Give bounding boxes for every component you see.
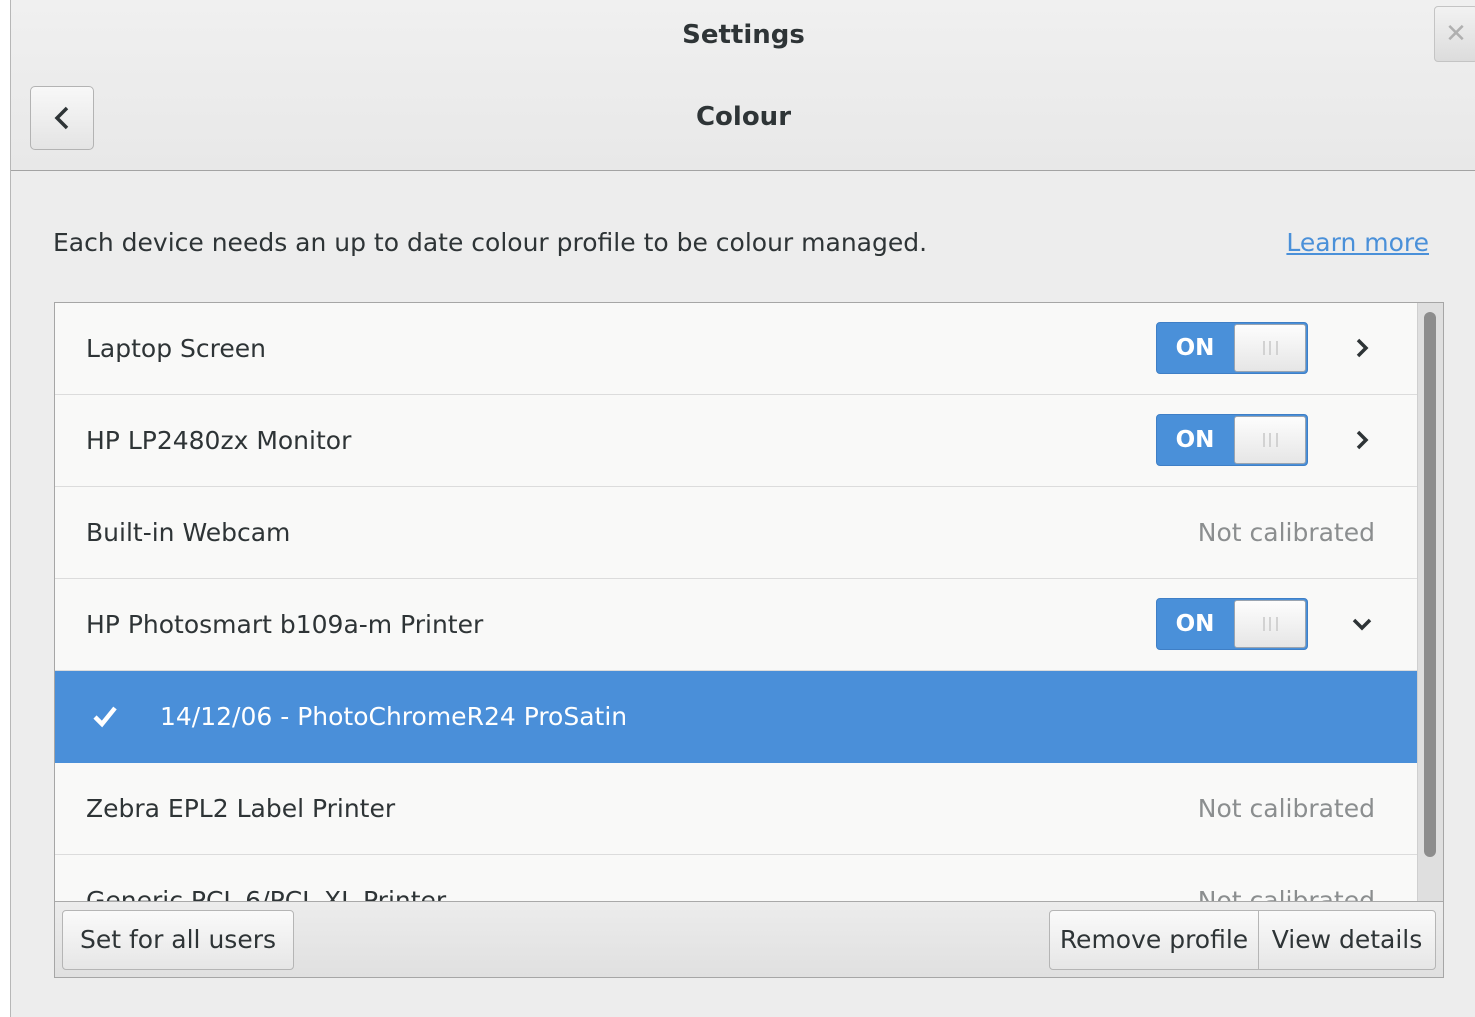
profile-row-selected[interactable]: 14/12/06 - PhotoChromeR24 ProSatin [55, 671, 1417, 763]
device-toolbar: Set for all users Remove profile View de… [55, 901, 1443, 977]
device-row-zebra-printer[interactable]: Zebra EPL2 Label Printer Not calibrated [55, 763, 1417, 855]
remove-profile-button[interactable]: Remove profile [1049, 910, 1259, 970]
colour-toggle[interactable]: ON [1156, 414, 1308, 466]
chevron-down-icon[interactable] [1348, 610, 1376, 638]
toggle-knob[interactable] [1234, 600, 1306, 648]
view-details-button[interactable]: View details [1258, 910, 1436, 970]
device-row-hp-monitor[interactable]: HP LP2480zx Monitor ON [55, 395, 1417, 487]
scrollbar-thumb[interactable] [1424, 312, 1436, 857]
list-scrollbar[interactable] [1417, 303, 1443, 901]
close-button[interactable]: ✕ [1434, 6, 1475, 62]
set-for-all-users-button[interactable]: Set for all users [62, 910, 294, 970]
colour-toggle[interactable]: ON [1156, 598, 1308, 650]
device-name: Built-in Webcam [86, 518, 291, 547]
device-row-webcam[interactable]: Built-in Webcam Not calibrated [55, 487, 1417, 579]
header-bar: Settings ✕ Colour [11, 0, 1475, 171]
device-panel: Laptop Screen ON HP LP2480zx Monitor ON [54, 302, 1444, 978]
toggle-label: ON [1175, 427, 1215, 453]
device-name: HP LP2480zx Monitor [86, 426, 352, 455]
device-row-laptop-screen[interactable]: Laptop Screen ON [55, 303, 1417, 395]
calibration-status: Not calibrated [1197, 794, 1375, 823]
toggle-label: ON [1175, 611, 1215, 637]
toggle-knob[interactable] [1234, 416, 1306, 464]
device-name: Laptop Screen [86, 334, 266, 363]
device-name: Zebra EPL2 Label Printer [86, 794, 396, 823]
device-name: Generic PCL 6/PCL XL Printer [86, 886, 447, 901]
device-row-generic-printer[interactable]: Generic PCL 6/PCL XL Printer Not calibra… [55, 855, 1417, 901]
calibration-status: Not calibrated [1197, 518, 1375, 547]
colour-toggle[interactable]: ON [1156, 322, 1308, 374]
device-name: HP Photosmart b109a-m Printer [86, 610, 484, 639]
toggle-label: ON [1175, 335, 1215, 361]
device-row-hp-printer[interactable]: HP Photosmart b109a-m Printer ON [55, 579, 1417, 671]
intro-text: Each device needs an up to date colour p… [53, 228, 928, 257]
calibration-status: Not calibrated [1197, 886, 1375, 901]
device-list[interactable]: Laptop Screen ON HP LP2480zx Monitor ON [55, 303, 1417, 901]
profile-name: 14/12/06 - PhotoChromeR24 ProSatin [160, 702, 628, 731]
checkmark-icon [93, 706, 117, 728]
window-title: Settings [682, 20, 805, 50]
chevron-right-icon[interactable] [1348, 426, 1376, 454]
page-title: Colour [695, 102, 792, 132]
close-icon: ✕ [1445, 19, 1467, 49]
chevron-right-icon[interactable] [1348, 334, 1376, 362]
settings-window: Settings ✕ Colour Each device needs an u… [10, 0, 1475, 1017]
learn-more-link[interactable]: Learn more [1286, 228, 1429, 257]
toggle-knob[interactable] [1234, 324, 1306, 372]
